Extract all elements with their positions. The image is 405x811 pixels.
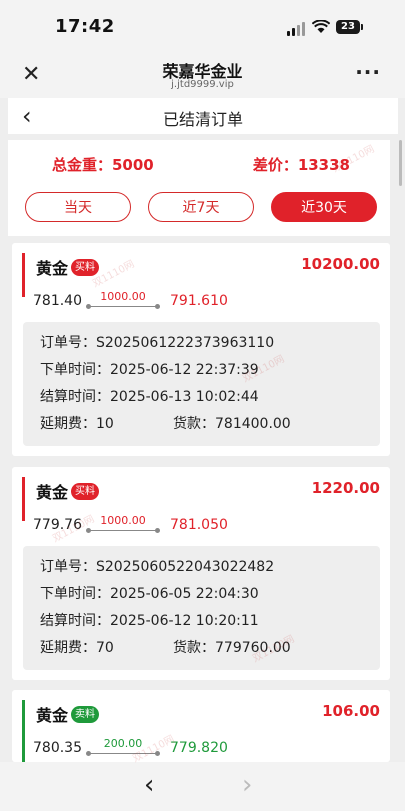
price-connector <box>86 528 160 533</box>
profit-amount: 10200.00 <box>301 255 380 273</box>
order-time: 下单时间：2025-06-05 22:04:30 <box>40 586 259 602</box>
settle-time: 结算时间：2025-06-13 10:02:44 <box>40 389 259 405</box>
deferral-fee: 延期费：10 <box>40 416 114 432</box>
order-card[interactable]: 黄金 买料 10200.00 781.40 1000.00 791.610 订单… <box>12 243 390 456</box>
profit-amount: 106.00 <box>322 702 380 720</box>
signal-icon <box>287 22 307 36</box>
open-price: 781.40 <box>33 293 82 309</box>
trade-type-tag: 买料 <box>71 483 99 500</box>
order-detail-box: 订单号：S2025060522043022482 下单时间：2025-06-05… <box>23 546 380 670</box>
price-connector <box>86 304 160 309</box>
trade-type-tag: 卖料 <box>71 706 99 723</box>
status-bar: 17:42 23 <box>0 0 405 52</box>
open-price: 780.35 <box>33 740 82 756</box>
nav-back-icon[interactable]: ‹ <box>144 770 154 800</box>
more-icon[interactable]: ··· <box>355 60 381 84</box>
summary-panel: 总金重：5000 差价：13338 当天 近7天 近30天 <box>8 140 390 236</box>
metal-name: 黄金 <box>36 259 69 278</box>
total-weight: 总金重：5000 <box>52 156 154 174</box>
order-detail-box: 订单号：S2025061222373963110 下单时间：2025-06-12… <box>23 322 380 446</box>
close-price: 791.610 <box>170 293 228 309</box>
metal-name: 黄金 <box>36 483 69 502</box>
battery-icon: 23 <box>336 20 363 34</box>
site-url: j.jtd9999.vip <box>171 79 234 90</box>
metal-name: 黄金 <box>36 706 69 725</box>
page-header: ‹ 已结清订单 <box>8 98 398 134</box>
filter-today-button[interactable]: 当天 <box>25 192 131 222</box>
profit-amount: 1220.00 <box>311 479 380 497</box>
open-price: 779.76 <box>33 517 82 533</box>
card-accent-bar <box>22 700 25 762</box>
price-diff-label: 200.00 <box>103 737 143 750</box>
scrollbar[interactable] <box>399 140 402 186</box>
order-time: 下单时间：2025-06-12 22:37:39 <box>40 362 259 378</box>
close-price: 779.820 <box>170 740 228 756</box>
order-card[interactable]: 黄金 卖料 106.00 780.35 200.00 779.820 <box>12 690 390 762</box>
order-number: 订单号：S2025061222373963110 <box>40 335 275 351</box>
browser-bottom-bar: ‹ › <box>0 762 405 811</box>
card-accent-bar <box>22 477 25 521</box>
payment-amount: 货款：781400.00 <box>173 416 291 432</box>
filter-7days-button[interactable]: 近7天 <box>148 192 254 222</box>
order-number: 订单号：S2025060522043022482 <box>40 559 275 575</box>
browser-bar: ✕ 荣嘉华金业 j.jtd9999.vip ··· <box>0 52 405 98</box>
deferral-fee: 延期费：70 <box>40 640 114 656</box>
order-card[interactable]: 黄金 买料 1220.00 779.76 1000.00 781.050 订单号… <box>12 467 390 680</box>
card-accent-bar <box>22 253 25 297</box>
close-price: 781.050 <box>170 517 228 533</box>
status-time: 17:42 <box>55 16 115 37</box>
nav-forward-icon[interactable]: › <box>242 770 252 800</box>
price-diff-label: 1000.00 <box>100 290 146 303</box>
filter-30days-button[interactable]: 近30天 <box>271 192 377 222</box>
price-connector <box>86 751 160 756</box>
page-title: 已结清订单 <box>162 110 243 129</box>
payment-amount: 货款：779760.00 <box>173 640 291 656</box>
wifi-icon <box>311 19 331 38</box>
price-diff-label: 1000.00 <box>100 514 146 527</box>
trade-type-tag: 买料 <box>71 259 99 276</box>
settle-time: 结算时间：2025-06-12 10:20:11 <box>40 613 259 629</box>
price-diff: 差价：13338 <box>252 156 350 174</box>
